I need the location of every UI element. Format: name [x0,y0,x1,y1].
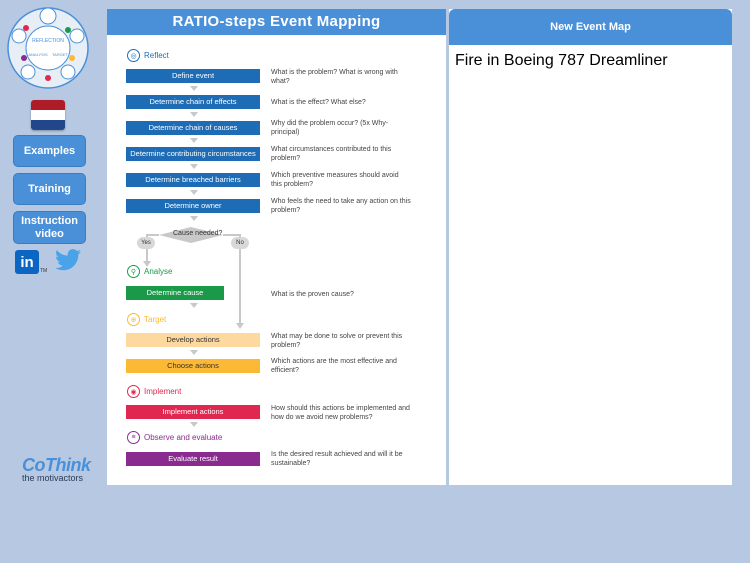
step-choose-actions[interactable]: Choose actions [126,359,260,373]
logo-text-reflection: REFLECTION [32,38,64,44]
section-observe: ≡ Observe and evaluate [127,431,222,444]
linkedin-trademark: TM [40,268,48,274]
step-determine-cause[interactable]: Determine cause [126,286,224,300]
section-reflect: ◎ Reflect [127,49,169,62]
flow-arrow [190,164,198,169]
question-evaluate-result: Is the desired result achieved and will … [271,451,403,467]
step-implement-actions[interactable]: Implement actions [126,405,260,419]
step-evaluate-result[interactable]: Evaluate result [126,452,260,466]
flow-arrow [190,86,198,91]
step-determine-owner[interactable]: Determine owner [126,199,260,213]
step-breached-barriers[interactable]: Determine breached barriers [126,173,260,187]
section-target-label: Target [144,315,167,324]
flow-arrow [190,112,198,117]
section-reflect-label: Reflect [144,51,169,60]
ratio-steps-panel: RATIO-steps Event Mapping ◎ Reflect Defi… [107,9,446,485]
decision-label: Cause needed? [173,230,223,237]
instruction-video-button[interactable]: Instruction video [13,211,86,244]
question-determine-owner: Who feels the need to take any action on… [271,198,411,214]
step-contributing-circumstances[interactable]: Determine contributing circumstances [126,147,260,161]
section-analyse-label: Analyse [144,267,173,276]
step-chain-of-effects[interactable]: Determine chain of effects [126,95,260,109]
section-implement: ◉ Implement [127,385,181,398]
flow-arrow [190,422,198,427]
examples-button[interactable]: Examples [13,135,86,167]
brand-tagline: the motivactors [22,473,84,483]
event-map-title[interactable]: Fire in Boeing 787 Dreamliner [455,52,668,70]
flow-arrow [190,216,198,221]
question-contributing-circumstances: What circumstances contributed to this p… [271,146,392,162]
section-implement-label: Implement [144,387,182,396]
cothink-brand: CoThink the motivactors [22,455,91,483]
ratio-wheel-logo: REFLECTION ANALYSIS TARGET [7,7,89,89]
question-chain-of-causes: Why did the problem occur? (5x Why-princ… [271,120,389,136]
new-event-map-button[interactable]: New Event Map [449,9,732,45]
flow-arrow [190,190,198,195]
list-icon: ≡ [127,431,140,444]
decision-yes[interactable]: Yes [137,237,155,249]
step-define-event[interactable]: Define event [126,69,260,83]
question-develop-actions: What may be done to solve or prevent thi… [271,333,403,349]
question-define-event: What is the problem? What is wrong with … [271,69,398,85]
panel-title: RATIO-steps Event Mapping [107,9,446,35]
step-chain-of-causes[interactable]: Determine chain of causes [126,121,260,135]
section-target: ⊕ Target [127,313,166,326]
flow-arrow [190,303,198,308]
flow-arrow [190,138,198,143]
twitter-icon[interactable] [55,249,81,271]
target-icon: ⊕ [127,313,140,326]
question-choose-actions: Which actions are the most effective and… [271,358,397,374]
question-implement-actions: How should this actions be implemented a… [271,405,410,421]
event-map-panel: New Event Map Fire in Boeing 787 Dreamli… [449,9,732,485]
question-chain-of-effects: What is the effect? What else? [271,99,366,106]
pin-icon: ◉ [127,385,140,398]
netherlands-flag-icon[interactable] [31,100,65,130]
logo-text-target: TARGET [52,52,68,57]
section-analyse: ⚲ Analyse [127,265,172,278]
flow-arrow [190,350,198,355]
step-develop-actions[interactable]: Develop actions [126,333,260,347]
section-observe-label: Observe and evaluate [144,433,223,442]
decision-no[interactable]: No [231,237,249,249]
training-button[interactable]: Training [13,173,86,205]
logo-text-analysis: ANALYSIS [28,52,48,57]
linkedin-icon[interactable]: in [15,250,39,274]
question-breached-barriers: Which preventive measures should avoid t… [271,172,399,188]
binoculars-icon: ◎ [127,49,140,62]
question-determine-cause: What is the proven cause? [271,291,354,298]
magnifier-icon: ⚲ [127,265,140,278]
